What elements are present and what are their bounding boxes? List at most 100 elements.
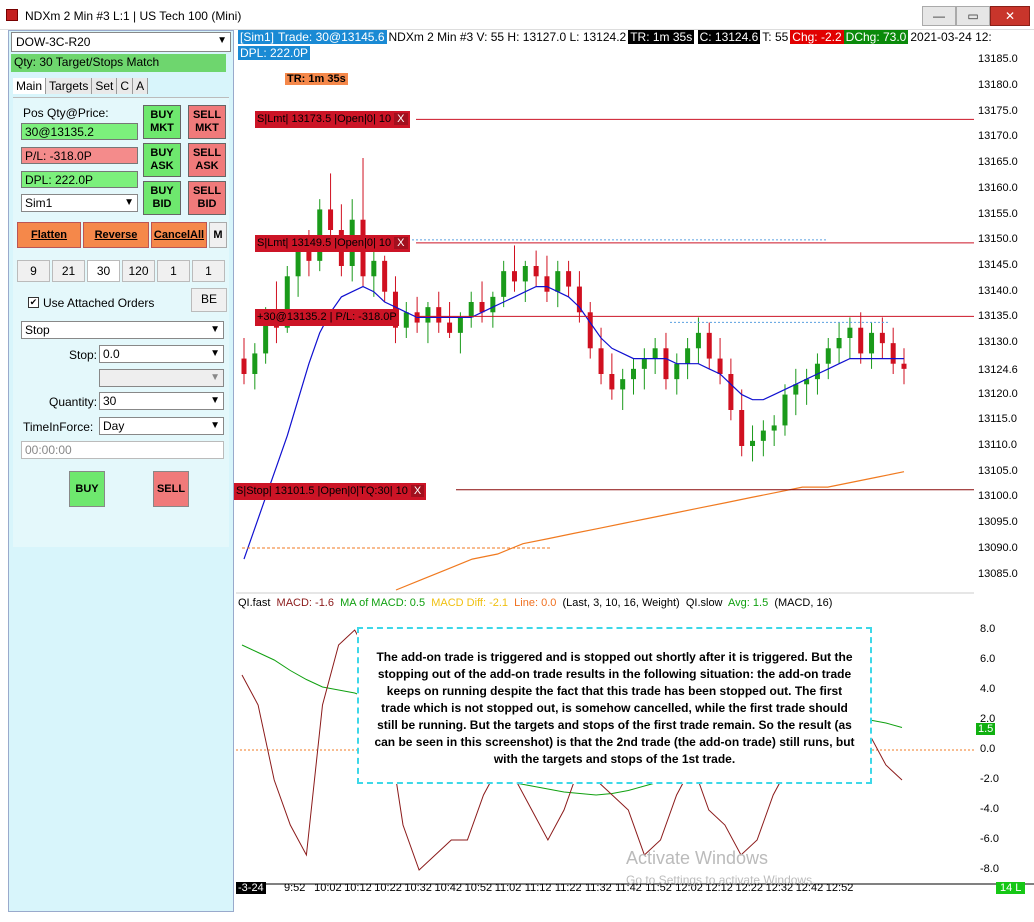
order-tag-stop[interactable]: S|Stop| 13101.5 |Open|0|TQ:30| 10 X [234, 483, 427, 500]
maximize-button[interactable]: ▭ [956, 6, 990, 26]
order-tag-target-1[interactable]: S|Lmt| 13173.5 |Open|0| 10 X [255, 111, 410, 128]
use-attached-label: Use Attached Orders [43, 296, 155, 310]
time-tick-label: 11:32 [585, 882, 612, 894]
candle-body [425, 307, 431, 323]
candle-body [836, 338, 842, 349]
candle-body [760, 430, 766, 441]
tab-targets[interactable]: Targets [46, 78, 93, 94]
pos-label: Pos Qty@Price: [23, 106, 109, 120]
qty-30-button[interactable]: 30 [87, 260, 120, 282]
m-button[interactable]: M [209, 222, 227, 248]
chevron-down-icon: ▼ [124, 197, 134, 208]
stop-value: 0.0 [103, 347, 120, 361]
qty-1b-button[interactable]: 1 [192, 260, 225, 282]
candle-body [879, 332, 885, 344]
candle-body [793, 384, 799, 395]
position-text: +30@13135.2 | P/L: -318.0P [257, 311, 397, 323]
strategy-select[interactable]: DOW-3C-R20 ▼ [11, 32, 231, 52]
pl-value: P/L: -318.0P [21, 147, 138, 164]
cancel-all-button[interactable]: CancelAll [151, 222, 207, 248]
close-icon[interactable]: X [410, 485, 425, 497]
stop-price-field[interactable]: 0.0 ▼ [99, 345, 224, 363]
buy-bid-button[interactable]: BUY BID [143, 181, 181, 215]
time-field[interactable]: 00:00:00 [21, 441, 224, 459]
order-type-select[interactable]: Stop ▼ [21, 321, 224, 339]
app-icon [6, 9, 18, 21]
close-button[interactable]: ✕ [990, 6, 1030, 26]
price-tick-label: 13105.0 [978, 464, 1018, 477]
tab-main[interactable]: Main [13, 78, 47, 94]
indicator-tick-label: -2.0 [980, 773, 999, 785]
tif-select[interactable]: Day ▼ [99, 417, 224, 435]
sell-mkt-button[interactable]: SELL MKT [188, 105, 226, 139]
candle-body [695, 332, 701, 349]
indicator-last-badge: 1.5 [976, 723, 996, 735]
candle-body [869, 332, 875, 354]
candle-body [403, 312, 409, 328]
qty-1a-button[interactable]: 1 [157, 260, 190, 282]
tif-label: TimeInForce: [23, 420, 94, 434]
price-tick-label: 13185.0 [978, 53, 1018, 66]
indicator-tick-label: -4.0 [980, 803, 999, 815]
header-chg: Chg: -2.2 [790, 30, 844, 44]
buy-button[interactable]: BUY [69, 471, 105, 507]
chart-header: [Sim1] Trade: 30@13145.6 NDXm 2 Min #3 V: … [238, 30, 994, 46]
strategy-value: DOW-3C-R20 [16, 35, 91, 49]
price-tick-label: 13120.0 [978, 387, 1018, 400]
quantity-label: Quantity: [49, 395, 98, 409]
reverse-button[interactable]: Reverse [83, 222, 149, 248]
price-tick-label: 13155.0 [978, 207, 1018, 220]
chart-area[interactable]: [Sim1] Trade: 30@13145.6 NDXm 2 Min #3 V: … [234, 30, 1034, 910]
header-dpl: DPL: 222.0P [238, 46, 311, 60]
price-tick-label: 13110.0 [978, 439, 1017, 451]
order-tag-target-2[interactable]: S|Lmt| 13149.5 |Open|0| 10 X [255, 235, 410, 252]
chevron-down-icon: ▼ [217, 35, 227, 46]
candle-body [706, 332, 712, 359]
title-bar: NDXm 2 Min #3 L:1 | US Tech 100 (Mini) —… [0, 0, 1034, 30]
close-icon[interactable]: X [394, 113, 408, 125]
buy-ask-button[interactable]: BUY ASK [143, 143, 181, 177]
qty-21-button[interactable]: 21 [52, 260, 85, 282]
qty-120-button[interactable]: 120 [122, 260, 155, 282]
candle-body [739, 410, 745, 446]
tab-set[interactable]: Set [92, 78, 118, 94]
candle-body [328, 209, 334, 230]
candle-body [858, 327, 864, 354]
price-tick-label: 13124.6 [978, 363, 1018, 376]
dpl-value: DPL: 222.0P [21, 171, 138, 188]
candle-body [533, 266, 539, 277]
flatten-button[interactable]: Flatten [17, 222, 81, 248]
qty-9-button[interactable]: 9 [17, 260, 50, 282]
minimize-button[interactable]: — [922, 6, 956, 26]
candle-body [511, 271, 517, 282]
chevron-down-icon: ▼ [210, 324, 220, 335]
account-select[interactable]: Sim1 ▼ [21, 194, 138, 212]
order-type-value: Stop [25, 323, 50, 337]
candle-body [479, 302, 485, 313]
quantity-field[interactable]: 30 ▼ [99, 392, 224, 410]
candle-body [890, 343, 896, 364]
use-attached-checkbox[interactable]: ✔ [28, 297, 39, 308]
stop-label: Stop: [69, 348, 98, 362]
buy-mkt-button[interactable]: BUY MKT [143, 105, 181, 139]
ind-label-macd16: (MACD, 16) [774, 597, 833, 609]
window-title: NDXm 2 Min #3 L:1 | US Tech 100 (Mini) [25, 9, 242, 23]
ind-label-avg: Avg: 1.5 [728, 597, 769, 609]
candle-body [241, 358, 247, 374]
secondary-field[interactable]: ▼ [99, 369, 224, 387]
tab-c[interactable]: C [117, 78, 134, 94]
close-icon[interactable]: X [394, 237, 408, 249]
candle-body [728, 374, 734, 410]
sell-ask-button[interactable]: SELL ASK [188, 143, 226, 177]
time-tick-label: 9:52 [284, 882, 306, 894]
sell-bid-button[interactable]: SELL BID [188, 181, 226, 215]
position-tag[interactable]: +30@13135.2 | P/L: -318.0P [255, 309, 399, 326]
ind-label-line: Line: 0.0 [514, 597, 557, 609]
candle-body [490, 296, 496, 313]
price-tick-label: 13090.0 [978, 541, 1018, 554]
order-text: S|Stop| 13101.5 |Open|0|TQ:30| 10 [236, 485, 408, 497]
sell-button[interactable]: SELL [153, 471, 189, 507]
be-button[interactable]: BE [191, 288, 227, 312]
candle-body [685, 348, 691, 364]
tab-a[interactable]: A [133, 78, 149, 94]
